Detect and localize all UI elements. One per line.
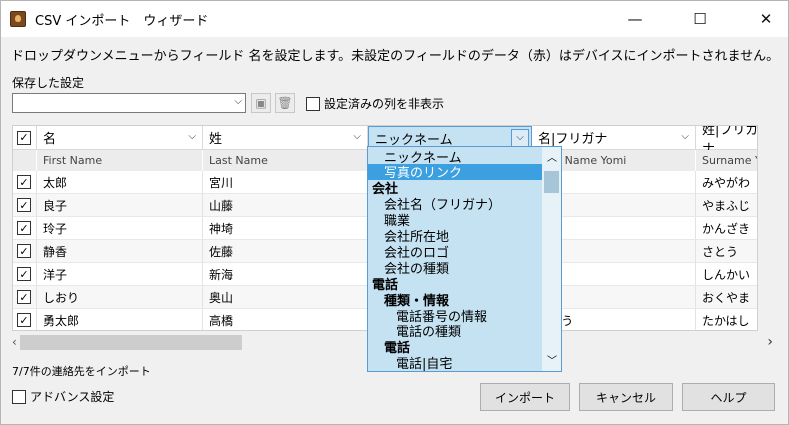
subheader-first-name: First Name: [37, 150, 203, 171]
advanced-settings-label: アドバンス設定: [30, 390, 115, 404]
row-checkbox[interactable]: ✓: [17, 313, 31, 327]
cell-last-name: 山藤: [203, 194, 368, 217]
row-checkbox-cell[interactable]: ✓: [13, 171, 37, 194]
saved-settings-label: 保存した設定: [12, 76, 85, 90]
hide-configured-label: 設定済みの列を非表示: [324, 97, 445, 111]
row-checkbox[interactable]: ✓: [17, 175, 31, 189]
cell-surname-yomi: たかはし: [696, 309, 757, 330]
cell-last-name: 神埼: [203, 217, 368, 240]
window-title: CSV インポート ウィザード: [35, 14, 209, 29]
cell-first-name: 静香: [37, 240, 203, 263]
trash-icon: 🗑: [277, 96, 293, 110]
cell-last-name: 佐藤: [203, 240, 368, 263]
cell-surname-yomi: やまふじ: [696, 194, 757, 217]
row-checkbox-cell[interactable]: ✓: [13, 194, 37, 217]
save-settings-button[interactable]: ▣: [251, 93, 271, 113]
cell-first-name: 太郎: [37, 171, 203, 194]
dropdown-scroll-thumb[interactable]: [544, 171, 559, 193]
cell-first-name: 洋子: [37, 263, 203, 286]
hide-configured-checkbox[interactable]: [306, 96, 320, 111]
import-button[interactable]: インポート: [480, 383, 570, 411]
row-checkbox-cell[interactable]: ✓: [13, 309, 37, 330]
cell-surname-yomi: みやがわ: [696, 171, 757, 194]
floppy-disk-icon: ▣: [255, 96, 267, 110]
chevron-down-icon: ⌵: [681, 131, 689, 142]
import-count-status: 7/7件の連絡先をインポート: [12, 365, 151, 378]
row-checkbox[interactable]: ✓: [17, 221, 31, 235]
select-all-checkbox[interactable]: ✓: [17, 130, 31, 145]
help-button[interactable]: ヘルプ: [682, 383, 775, 411]
row-checkbox[interactable]: ✓: [17, 267, 31, 281]
saved-settings-combobox[interactable]: ⌵: [12, 93, 246, 113]
chevron-down-icon[interactable]: ﹀: [547, 352, 557, 367]
row-checkbox-cell[interactable]: ✓: [13, 263, 37, 286]
row-checkbox[interactable]: ✓: [17, 198, 31, 212]
chevron-down-icon[interactable]: ⌵: [511, 129, 529, 147]
maximize-button[interactable]: ☐: [677, 1, 723, 37]
cell-first-name: 玲子: [37, 217, 203, 240]
cell-last-name: 新海: [203, 263, 368, 286]
scroll-left-icon[interactable]: ‹: [12, 335, 17, 349]
horizontal-scroll-thumb[interactable]: [20, 335, 242, 350]
cell-first-name: 勇太郎: [37, 309, 203, 330]
cancel-button[interactable]: キャンセル: [579, 383, 673, 411]
dropdown-item[interactable]: 電話|自宅: [368, 355, 543, 371]
column-header-last-name[interactable]: 姓 ⌵: [203, 126, 368, 150]
cell-surname-yomi: かんざき: [696, 217, 757, 240]
row-checkbox[interactable]: ✓: [17, 290, 31, 304]
hide-configured-columns-option[interactable]: 設定済みの列を非表示: [306, 95, 444, 112]
minimize-button[interactable]: —: [612, 1, 658, 37]
app-icon: [10, 11, 26, 27]
column-header-first-name[interactable]: 名 ⌵: [37, 126, 203, 150]
cell-surname-yomi: しんかい: [696, 263, 757, 286]
csv-import-wizard-window: CSV インポート ウィザード — ☐ ✕ ドロップダウンメニューからフィールド…: [0, 0, 789, 425]
cell-surname-yomi: さとう: [696, 240, 757, 263]
cell-first-name: しおり: [37, 286, 203, 309]
column-header-surname-yomi[interactable]: 姓|フリガナ: [696, 126, 757, 157]
select-all-header[interactable]: ✓: [13, 126, 37, 150]
subheader-surname-yomi: Surname Y: [696, 150, 757, 171]
cell-last-name: 宮川: [203, 171, 368, 194]
row-checkbox[interactable]: ✓: [17, 244, 31, 258]
cell-first-name: 良子: [37, 194, 203, 217]
chevron-up-icon[interactable]: ︿: [547, 149, 557, 164]
row-checkbox-cell[interactable]: ✓: [13, 240, 37, 263]
cell-last-name: 奥山: [203, 286, 368, 309]
cell-last-name: 高橋: [203, 309, 368, 330]
advanced-settings-checkbox[interactable]: [12, 389, 26, 404]
subheader-last-name: Last Name: [203, 150, 368, 171]
instructions-text: ドロップダウンメニューからフィールド 名を設定します。未設定のフィールドのデータ…: [11, 49, 780, 64]
title-bar: CSV インポート ウィザード — ☐ ✕: [1, 1, 788, 37]
dropdown-item[interactable]: 電話: [368, 339, 543, 356]
chevron-down-icon: ⌵: [188, 131, 196, 142]
row-checkbox-cell[interactable]: ✓: [13, 217, 37, 240]
cell-surname-yomi: おくやま: [696, 286, 757, 309]
row-checkbox-cell[interactable]: ✓: [13, 286, 37, 309]
chevron-down-icon: ⌵: [353, 131, 361, 142]
scroll-right-icon[interactable]: ›: [767, 334, 773, 350]
advanced-settings-option[interactable]: アドバンス設定: [12, 388, 114, 405]
close-button[interactable]: ✕: [743, 1, 789, 37]
field-dropdown-list[interactable]: ニックネーム 写真のリンク 会社 会社名（フリガナ） 職業 会社所在地 会社のロゴ 会社の種類…: [367, 146, 562, 372]
delete-settings-button[interactable]: 🗑: [275, 93, 295, 113]
dropdown-scrollbar[interactable]: ︿ ﹀: [542, 147, 561, 371]
subheader-blank: [13, 150, 37, 171]
chevron-down-icon: ⌵: [234, 96, 242, 107]
